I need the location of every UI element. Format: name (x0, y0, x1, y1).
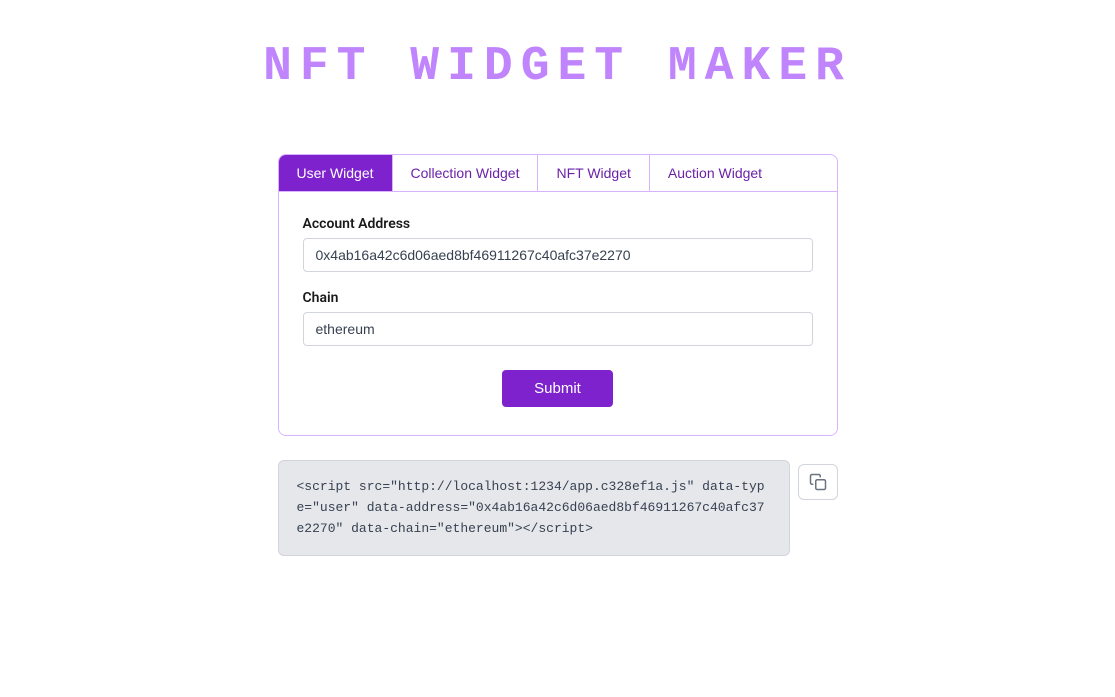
tab-collection-widget[interactable]: Collection Widget (393, 155, 539, 191)
chain-label: Chain (303, 290, 813, 306)
tab-nft-widget[interactable]: NFT Widget (538, 155, 649, 191)
submit-btn-wrapper: Submit (303, 370, 813, 407)
tab-auction-widget[interactable]: Auction Widget (650, 155, 780, 191)
chain-group: Chain (303, 290, 813, 346)
submit-button[interactable]: Submit (502, 370, 613, 407)
code-output-text: <script src="http://localhost:1234/app.c… (278, 460, 790, 556)
copy-icon (809, 473, 827, 491)
code-output-wrapper: <script src="http://localhost:1234/app.c… (278, 460, 838, 556)
tab-user-widget[interactable]: User Widget (279, 155, 393, 191)
tab-bar: User Widget Collection Widget NFT Widget… (279, 155, 837, 192)
form-area: Account Address Chain Submit (279, 192, 837, 435)
page-title: NFT WIDGET MAKER (263, 40, 852, 94)
widget-container: User Widget Collection Widget NFT Widget… (278, 154, 838, 436)
account-address-input[interactable] (303, 238, 813, 272)
copy-button[interactable] (798, 464, 838, 500)
account-address-label: Account Address (303, 216, 813, 232)
chain-input[interactable] (303, 312, 813, 346)
account-address-group: Account Address (303, 216, 813, 272)
